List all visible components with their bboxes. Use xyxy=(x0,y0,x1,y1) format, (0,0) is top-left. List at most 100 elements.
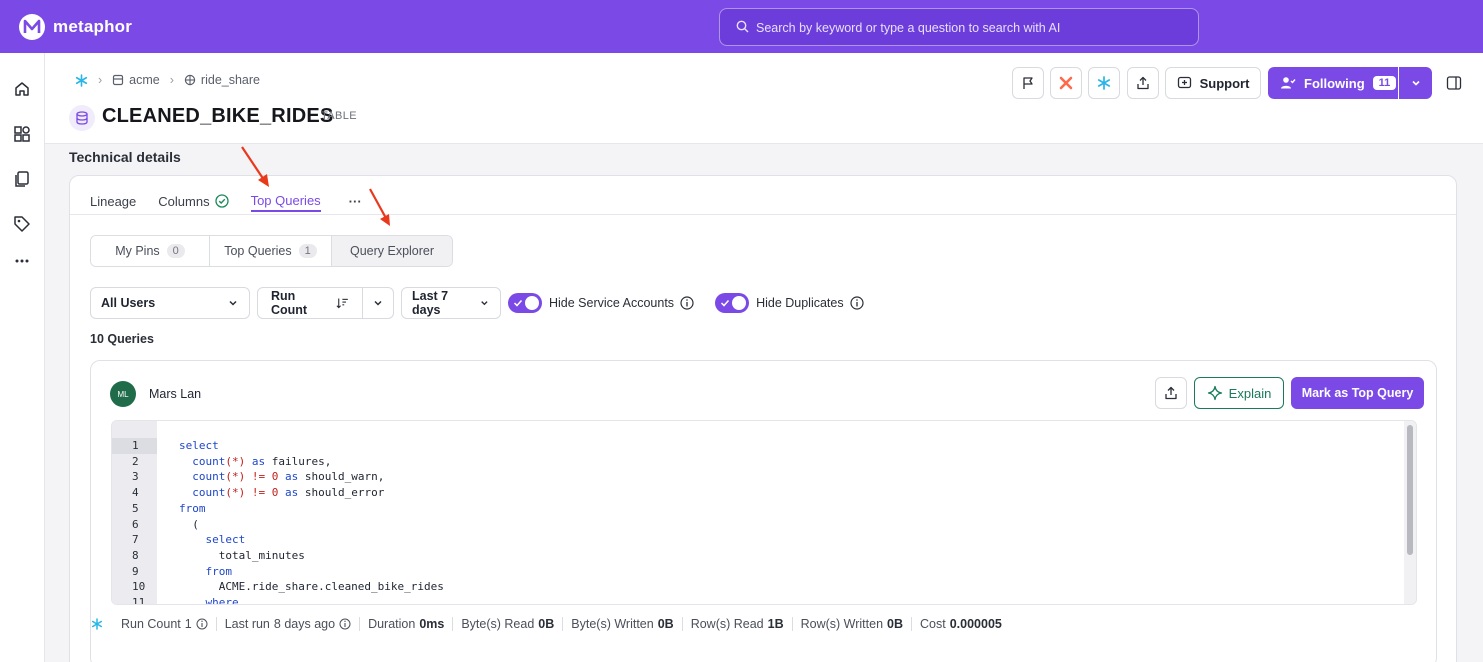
hide-duplicates-label: Hide Duplicates xyxy=(756,296,864,310)
database-icon xyxy=(113,74,124,86)
line-number: 8 xyxy=(132,548,139,562)
stat-value: 1 xyxy=(184,617,192,631)
info-icon[interactable] xyxy=(196,618,208,630)
sort-dropdown-button[interactable] xyxy=(363,287,394,319)
sort-select[interactable]: Run Count xyxy=(257,287,363,319)
metaphor-logo-icon[interactable] xyxy=(18,13,46,41)
stat-label: Run Count xyxy=(121,617,181,631)
catalog-icon[interactable] xyxy=(12,124,32,144)
stat-value: 0ms xyxy=(419,617,445,631)
info-icon[interactable] xyxy=(850,296,864,310)
segment-query-explorer-label: Query Explorer xyxy=(349,244,435,258)
chevron-right-icon: › xyxy=(98,73,103,87)
stat-item: Last run 8 days ago xyxy=(215,617,359,631)
avatar: ML xyxy=(110,381,136,407)
date-range-value: Last 7 days xyxy=(412,289,449,317)
search-icon xyxy=(736,20,749,33)
documents-icon[interactable] xyxy=(12,169,32,189)
query-count: 10 Queries xyxy=(90,332,154,346)
snowflake-icon xyxy=(91,618,103,630)
stat-value: 0B xyxy=(657,617,674,631)
left-nav xyxy=(0,53,45,662)
tab-lineage[interactable]: Lineage xyxy=(90,190,136,212)
share-button[interactable] xyxy=(1127,67,1159,99)
share-icon xyxy=(1137,76,1149,90)
stat-item: Run Count 1 xyxy=(113,617,216,631)
hide-duplicates-toggle[interactable] xyxy=(715,293,750,313)
chevron-down-icon xyxy=(374,300,382,306)
table-icon xyxy=(69,105,95,131)
stat-label: Byte(s) Written xyxy=(571,617,654,631)
dbt-icon xyxy=(1059,76,1073,90)
stat-label: Last run xyxy=(224,617,270,631)
hide-service-accounts-toggle[interactable] xyxy=(508,293,542,313)
more-tabs-icon: ··· xyxy=(348,193,362,209)
query-user-name: Mars Lan xyxy=(149,387,202,401)
flag-button[interactable] xyxy=(1012,67,1044,99)
mark-top-query-button[interactable]: Mark as Top Query xyxy=(1291,377,1424,409)
search-input[interactable]: Search by keyword or type a question to … xyxy=(719,8,1199,46)
top-bar: metaphor Search by keyword or type a que… xyxy=(0,0,1483,53)
segment-my-pins[interactable]: My Pins 0 xyxy=(91,236,210,266)
page-title: CLEANED_BIKE_RIDES xyxy=(102,105,334,127)
sql-editor[interactable]: 1 2 3 4 5 6 7 8 9 10 11 select count(*) as failure… xyxy=(111,420,1417,605)
segment-my-pins-label: My Pins xyxy=(115,244,160,258)
breadcrumb-schema[interactable]: ride_share xyxy=(184,73,260,87)
tab-top-queries[interactable]: Top Queries xyxy=(250,190,321,212)
segment-my-pins-count: 0 xyxy=(166,244,185,258)
chevron-down-icon xyxy=(481,301,488,306)
explain-label: Explain xyxy=(1228,385,1272,401)
segment-top-queries[interactable]: Top Queries 1 xyxy=(210,236,332,266)
snowflake-icon[interactable] xyxy=(75,73,88,87)
side-panel-icon xyxy=(1446,76,1462,90)
sort-descending-icon xyxy=(336,298,349,309)
more-icon[interactable] xyxy=(12,251,32,271)
date-range-select[interactable]: Last 7 days xyxy=(401,287,501,319)
line-number: 6 xyxy=(132,517,139,531)
toggle-panel-button[interactable] xyxy=(1441,67,1467,99)
info-icon[interactable] xyxy=(680,296,694,310)
following-dropdown-button[interactable] xyxy=(1399,67,1432,99)
tab-columns-label: Columns xyxy=(158,193,210,209)
info-icon[interactable] xyxy=(339,618,351,630)
technical-details-card: Lineage Columns Top Queries ··· My Pins … xyxy=(69,175,1457,662)
query-card: ML Mars Lan Explain Mark as Top Query 12… xyxy=(90,360,1437,662)
stat-item: Row(s) Written 0B xyxy=(791,617,911,631)
home-icon[interactable] xyxy=(12,79,32,99)
tag-icon[interactable] xyxy=(12,214,32,234)
line-number: 9 xyxy=(132,564,139,578)
stat-item: Duration 0ms xyxy=(359,617,452,631)
stat-item: Row(s) Read 1B xyxy=(681,617,792,631)
support-button[interactable]: Support xyxy=(1165,67,1261,99)
explain-button[interactable]: Explain xyxy=(1194,377,1284,409)
snowflake-icon xyxy=(1097,76,1111,90)
snowflake-button[interactable] xyxy=(1088,67,1120,99)
users-select[interactable]: All Users xyxy=(90,287,250,319)
stat-label: Row(s) Read xyxy=(690,617,764,631)
dbt-button[interactable] xyxy=(1050,67,1082,99)
editor-scrollbar[interactable] xyxy=(1404,421,1416,604)
segment-query-explorer[interactable]: Query Explorer xyxy=(332,236,452,266)
following-button[interactable]: Following 11 xyxy=(1268,67,1398,99)
check-circle-icon xyxy=(214,194,229,208)
query-share-button[interactable] xyxy=(1155,377,1187,409)
breadcrumb: › acme › ride_share xyxy=(75,73,260,87)
tab-more[interactable]: ··· xyxy=(349,190,362,212)
breadcrumb-database[interactable]: acme xyxy=(112,73,160,87)
hide-duplicates-text: Hide Duplicates xyxy=(756,296,844,310)
sparkle-icon xyxy=(1207,385,1222,401)
tab-columns[interactable]: Columns xyxy=(158,190,229,212)
line-number: 10 xyxy=(132,580,146,594)
code-line: count(*) != 0 as should_error xyxy=(192,486,385,500)
tab-lineage-label: Lineage xyxy=(90,193,137,209)
segment-top-queries-label: Top Queries xyxy=(224,244,292,258)
asset-type-badge: TABLE xyxy=(321,110,358,122)
line-number: 4 xyxy=(132,486,139,500)
share-icon xyxy=(1165,386,1177,400)
code-line: ( xyxy=(179,517,199,531)
stat-item: Byte(s) Written 0B xyxy=(562,617,681,631)
chevron-right-icon: › xyxy=(169,73,174,87)
section-title: Technical details xyxy=(69,149,181,165)
stat-label: Duration xyxy=(368,617,416,631)
stat-item: Byte(s) Read 0B xyxy=(452,617,562,631)
